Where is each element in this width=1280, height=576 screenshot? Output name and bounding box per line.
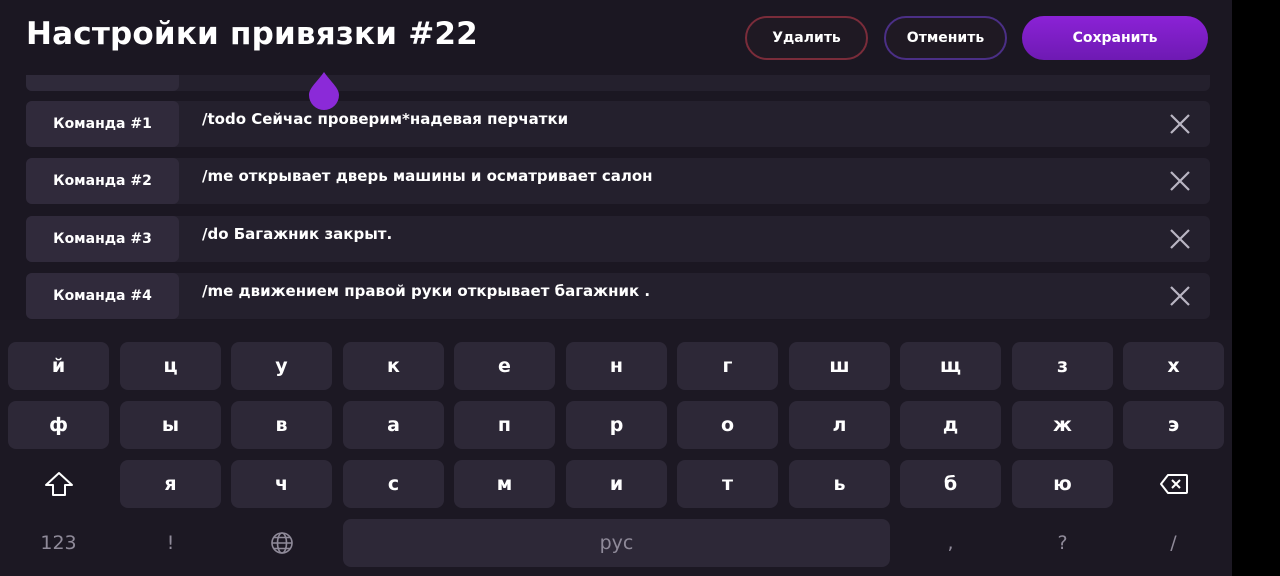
key[interactable]: э	[1123, 401, 1224, 449]
key[interactable]: з	[1012, 342, 1113, 390]
exclamation-key[interactable]: !	[120, 519, 221, 567]
slash-key[interactable]: /	[1123, 519, 1224, 567]
command-row-partial	[26, 75, 1210, 91]
key[interactable]: щ	[900, 342, 1001, 390]
key[interactable]: ы	[120, 401, 221, 449]
onscreen-keyboard: й ц у к е н г ш щ з х ф ы в а п р о л д …	[0, 320, 1232, 576]
settings-panel: Настройки привязки #22 Удалить Отменить …	[0, 0, 1232, 320]
command-input[interactable]: /do Багажник закрыт.	[202, 225, 392, 243]
backspace-key[interactable]	[1123, 460, 1224, 508]
command-label: Команда #1	[26, 101, 179, 147]
key[interactable]: й	[8, 342, 109, 390]
command-input[interactable]: /todo Сейчас проверим*надевая перчатки	[202, 110, 568, 128]
key[interactable]: с	[343, 460, 444, 508]
key[interactable]: ц	[120, 342, 221, 390]
comma-key[interactable]: ,	[900, 519, 1001, 567]
key[interactable]: а	[343, 401, 444, 449]
command-label-partial	[26, 75, 179, 91]
close-icon[interactable]	[1168, 227, 1192, 251]
command-row: Команда #1 /todo Сейчас проверим*надевая…	[26, 101, 1210, 147]
command-row: Команда #4 /me движением правой руки отк…	[26, 273, 1210, 319]
key[interactable]: и	[566, 460, 667, 508]
backspace-icon	[1159, 474, 1188, 494]
globe-icon	[270, 532, 293, 554]
shift-key[interactable]	[8, 460, 109, 508]
key[interactable]: р	[566, 401, 667, 449]
key[interactable]: ч	[231, 460, 332, 508]
space-key[interactable]: рус	[343, 519, 890, 567]
key[interactable]: ж	[1012, 401, 1113, 449]
key[interactable]: г	[677, 342, 778, 390]
delete-button[interactable]: Удалить	[745, 16, 868, 60]
command-label: Команда #3	[26, 216, 179, 262]
key[interactable]: ь	[789, 460, 890, 508]
key[interactable]: л	[789, 401, 890, 449]
question-key[interactable]: ?	[1012, 519, 1113, 567]
close-icon[interactable]	[1168, 169, 1192, 193]
key[interactable]: в	[231, 401, 332, 449]
key[interactable]: ш	[789, 342, 890, 390]
cursor-handle-icon[interactable]	[307, 70, 341, 110]
page-title: Настройки привязки #22	[26, 16, 478, 52]
screen-edge	[1232, 0, 1280, 576]
key[interactable]: б	[900, 460, 1001, 508]
save-button[interactable]: Сохранить	[1022, 16, 1208, 60]
close-icon[interactable]	[1168, 112, 1192, 136]
key[interactable]: о	[677, 401, 778, 449]
language-key[interactable]	[231, 519, 332, 567]
command-row: Команда #3 /do Багажник закрыт.	[26, 216, 1210, 262]
key[interactable]: е	[454, 342, 555, 390]
key[interactable]: п	[454, 401, 555, 449]
cancel-button[interactable]: Отменить	[884, 16, 1007, 60]
key[interactable]: ю	[1012, 460, 1113, 508]
key[interactable]: я	[120, 460, 221, 508]
shift-icon	[44, 472, 73, 496]
key[interactable]: ф	[8, 401, 109, 449]
key[interactable]: н	[566, 342, 667, 390]
command-input[interactable]: /me движением правой руки открывает бага…	[202, 282, 650, 300]
key[interactable]: т	[677, 460, 778, 508]
key[interactable]: д	[900, 401, 1001, 449]
key[interactable]: х	[1123, 342, 1224, 390]
command-label: Команда #2	[26, 158, 179, 204]
key[interactable]: м	[454, 460, 555, 508]
command-row: Команда #2 /me открывает дверь машины и …	[26, 158, 1210, 204]
command-input[interactable]: /me открывает дверь машины и осматривает…	[202, 167, 653, 185]
app-window: Настройки привязки #22 Удалить Отменить …	[0, 0, 1232, 576]
command-label: Команда #4	[26, 273, 179, 319]
key[interactable]: у	[231, 342, 332, 390]
key[interactable]: к	[343, 342, 444, 390]
close-icon[interactable]	[1168, 284, 1192, 308]
numbers-key[interactable]: 123	[8, 519, 109, 567]
